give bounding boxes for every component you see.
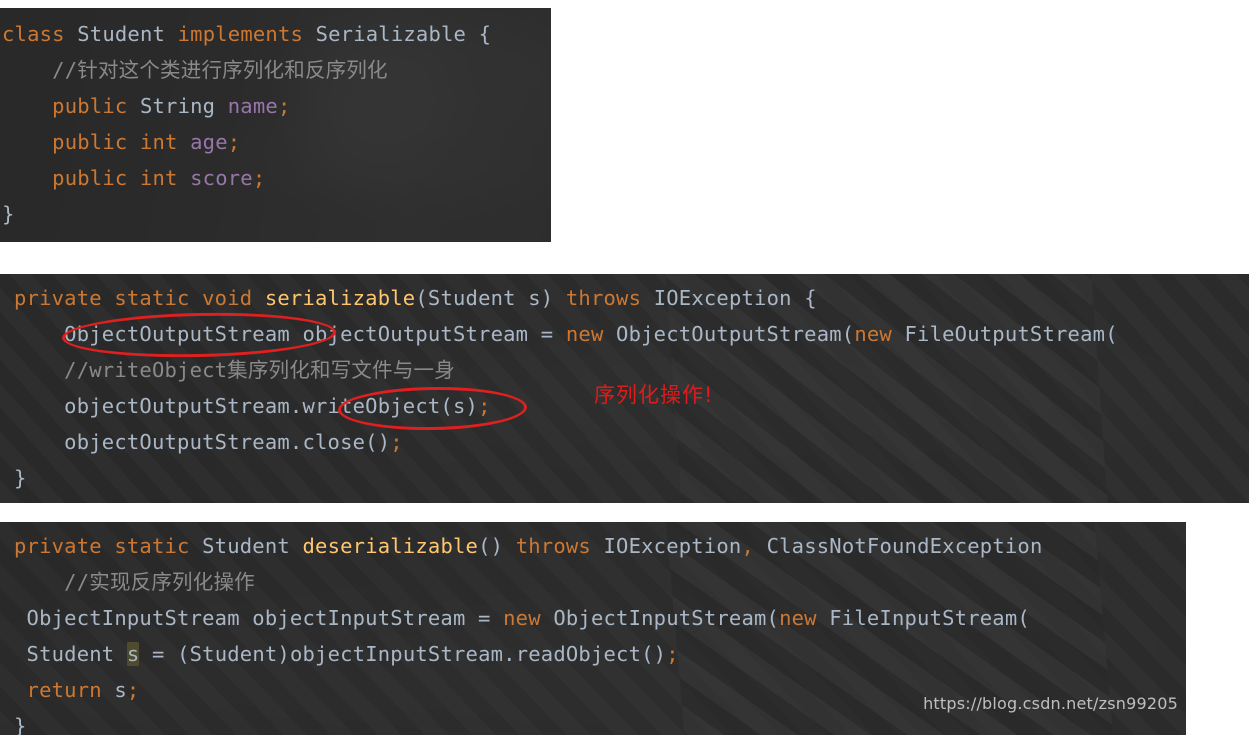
code-token: ; [478,394,491,418]
code-token: Student [14,642,127,666]
code-token: () [478,534,516,558]
code-token: return [14,678,115,702]
red-annotation-note: 序列化操作! [594,383,714,407]
code-token: ) [540,286,566,310]
code-line: //针对这个类进行序列化和反序列化 [2,52,551,88]
code-token: String [139,94,228,118]
code-token: IOException [603,534,742,558]
code-token: Student [202,534,303,558]
code-token: } [14,466,27,490]
code-token: ; [126,678,140,702]
code-token: Student s [427,286,541,310]
code-token: , [741,534,767,558]
code-token: objectOutputStream.close() [14,430,391,454]
code-token: public [2,94,140,118]
code-token: objectOutputStream.writeObject(s) [14,394,479,418]
code-token: name [227,94,278,118]
code-text-student-class[interactable]: class Student implements Serializable { … [0,8,551,232]
code-token: private static void [14,286,265,310]
code-block-deserializable-method: private static Student deserializable() … [0,522,1186,735]
code-line: ObjectInputStream objectInputStream = ne… [14,600,1186,636]
code-line: public String name; [2,88,551,124]
code-line: } [14,460,1249,496]
code-token: FileInputStream( [829,606,1030,630]
code-token: ; [252,166,266,190]
code-token: new [503,606,554,630]
code-token: ObjectInputStream objectInputStream = [14,606,504,630]
code-token: ; [666,642,679,666]
code-token: serializable [264,286,416,310]
code-token: = (Student)objectInputStream.readObject(… [139,642,667,666]
code-token: IOException [653,286,805,310]
code-token: //实现反序列化操作 [14,570,255,594]
code-token: throws [565,286,654,310]
code-token: { [804,286,817,310]
code-token: new [854,322,905,346]
code-line: private static void serializable(Student… [14,280,1249,316]
code-token: ObjectOutputStream( [616,322,855,346]
code-token: score [190,166,253,190]
code-token: public int [2,130,191,154]
code-token: age [190,130,228,154]
code-token: //针对这个类进行序列化和反序列化 [2,58,388,82]
code-token: private static [14,534,203,558]
csdn-watermark: https://blog.csdn.net/zsn99205 [923,694,1178,713]
code-token: class [2,22,78,46]
screenshot-canvas: class Student implements Serializable { … [0,0,1249,735]
code-line: //实现反序列化操作 [14,564,1186,600]
code-token: ( [415,286,428,310]
code-token: ObjectOutputStream objectOutputStream = [14,322,566,346]
code-line: class Student implements Serializable { [2,16,551,52]
code-token: ClassNotFoundException [766,534,1043,558]
code-line: public int score; [2,160,551,196]
code-token: } [14,714,27,735]
code-token: new [565,322,617,346]
code-token: implements [177,22,316,46]
code-token: FileOutputStream( [904,322,1118,346]
code-token: { [478,22,492,46]
code-line: private static Student deserializable() … [14,528,1186,564]
code-token: ; [390,430,403,454]
code-token: s [126,642,140,666]
code-token: deserializable [302,534,479,558]
code-token: Serializable [315,22,479,46]
code-token: new [779,606,830,630]
code-token: ; [277,94,291,118]
code-block-student-class: class Student implements Serializable { … [0,8,551,242]
code-line: objectOutputStream.close(); [14,424,1249,460]
code-token: //writeObject集序列化和写文件与一身 [14,358,455,382]
code-token: ; [227,130,241,154]
code-token: public int [2,166,191,190]
code-line: public int age; [2,124,551,160]
code-line: Student s = (Student)objectInputStream.r… [14,636,1186,672]
code-line: } [2,196,551,232]
code-token: s [114,678,127,702]
code-token: } [2,202,15,226]
code-token: throws [515,534,604,558]
code-line: ObjectOutputStream objectOutputStream = … [14,316,1249,352]
code-token: Student [77,22,178,46]
code-token: ObjectInputStream( [553,606,780,630]
